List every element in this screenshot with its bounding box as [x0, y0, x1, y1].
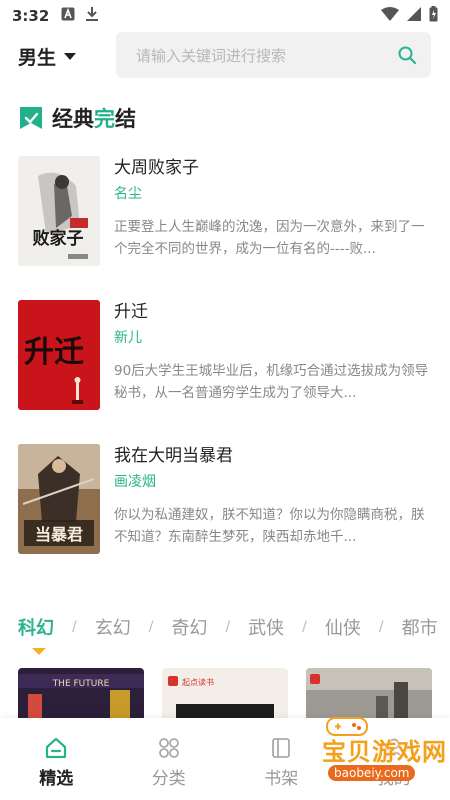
caret-down-icon — [64, 52, 77, 60]
nav-category[interactable]: 分类 — [113, 718, 226, 800]
a-notification-icon — [61, 7, 75, 25]
gender-label: 男生 — [18, 46, 57, 69]
signal-icon — [407, 7, 421, 25]
bookmark-leaf-icon — [20, 107, 42, 129]
book-cover-thumb[interactable] — [306, 668, 432, 720]
section-title-text: 经典完结 — [52, 107, 136, 131]
covers-row: THE FUTURE 起点读书 — [18, 668, 432, 720]
book-title: 升迁 — [114, 302, 148, 322]
tab-scifi[interactable]: 科幻 — [18, 614, 54, 640]
book-item[interactable]: 当暴君 我在大明当暴君 画凌烟 你以为私通建奴，朕不知道？你以为你隐瞒商税，朕不… — [18, 444, 432, 554]
tab-separator: / — [148, 619, 154, 635]
nav-featured[interactable]: 精选 — [0, 718, 113, 800]
book-author: 名尘 — [114, 186, 142, 202]
category-tabs: 科幻 / 玄幻 / 奇幻 / 武侠 / 仙侠 / 都市 — [0, 610, 450, 644]
book-author: 画凌烟 — [114, 474, 156, 490]
home-icon — [46, 737, 67, 759]
nav-label: 分类 — [151, 769, 186, 789]
nav-label: 精选 — [39, 769, 74, 789]
svg-text:当暴君: 当暴君 — [35, 525, 83, 544]
tab-wuxia[interactable]: 武侠 — [248, 614, 284, 640]
download-icon — [85, 6, 99, 26]
book-description: 正要登上人生巅峰的沈逸，因为一次意外，来到了一个完全不同的世界，成为一位有名的-… — [114, 219, 425, 257]
book-item[interactable]: 败家子 大周败家子 名尘 正要登上人生巅峰的沈逸，因为一次意外，来到了一个完全不… — [18, 156, 432, 266]
search-icon[interactable] — [397, 45, 417, 65]
svg-text:败家子: 败家子 — [33, 228, 84, 249]
gender-dropdown[interactable]: 男生 — [18, 43, 98, 70]
book-description: 90后大学生王城毕业后，机缘巧合通过选拔成为领导秘书，从一名普通穷学生成为了领导… — [114, 363, 429, 401]
watermark-text: 宝贝游戏网 — [322, 738, 447, 766]
book-cover-thumb[interactable]: THE FUTURE — [18, 668, 144, 720]
book-cover-thumb[interactable]: 起点读书 — [162, 668, 288, 720]
book-author: 新儿 — [114, 330, 142, 346]
tab-fantasy[interactable]: 奇幻 — [171, 614, 207, 640]
section-title: 经典完结 — [18, 103, 136, 133]
battery-icon — [429, 6, 438, 26]
status-bar: 3:32 — [0, 0, 450, 32]
book-title: 我在大明当暴君 — [114, 446, 233, 466]
watermark-url: baobeiy.com — [328, 765, 416, 781]
status-time: 3:32 — [12, 7, 50, 25]
search-input[interactable]: 请输入关键词进行搜索 — [116, 32, 431, 78]
book-item[interactable]: 升迁 升迁 新儿 90后大学生王城毕业后，机缘巧合通过选拔成为领导秘书，从一名普… — [18, 300, 432, 410]
book-description: 你以为私通建奴，朕不知道？你以为你隐瞒商税，朕不知道？东南醉生梦死，陕西却赤地千… — [114, 507, 425, 545]
bookshelf-icon — [272, 738, 291, 758]
search-placeholder: 请输入关键词进行搜索 — [136, 46, 287, 65]
header: 男生 请输入关键词进行搜索 — [0, 32, 450, 80]
tab-separator: / — [378, 619, 384, 635]
active-tab-indicator — [32, 648, 46, 655]
tab-separator: / — [302, 619, 307, 635]
category-grid-icon — [158, 738, 179, 758]
svg-text:升迁: 升迁 — [24, 335, 84, 370]
watermark: 宝贝游戏网 baobeiy.com — [300, 716, 450, 800]
tab-separator: / — [225, 619, 231, 635]
tab-xianxia[interactable]: 仙侠 — [325, 614, 361, 640]
book-title: 大周败家子 — [114, 158, 199, 178]
tab-separator: / — [72, 619, 77, 635]
tab-urban[interactable]: 都市 — [402, 614, 438, 640]
book-cover[interactable]: 败家子 — [18, 156, 100, 266]
book-cover[interactable]: 升迁 — [18, 300, 100, 410]
tab-xuanhuan[interactable]: 玄幻 — [95, 614, 131, 640]
svg-text:起点读书: 起点读书 — [182, 677, 214, 687]
wifi-icon — [381, 7, 399, 25]
nav-label: 书架 — [264, 769, 299, 789]
book-cover[interactable]: 当暴君 — [18, 444, 100, 554]
svg-text:THE FUTURE: THE FUTURE — [52, 679, 110, 689]
